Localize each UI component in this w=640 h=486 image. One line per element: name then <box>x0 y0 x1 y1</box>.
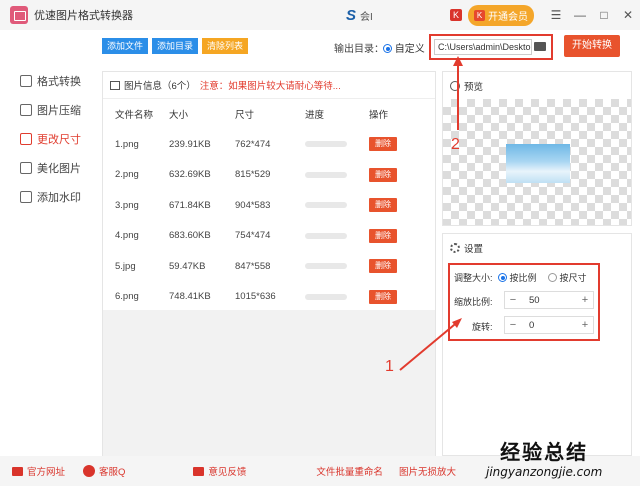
watermark: 经验总结 jingyanzongjie.com <box>486 436 602 479</box>
service-label: 客服Q <box>99 467 126 478</box>
watermark-title: 经验总结 <box>500 440 589 464</box>
lossless-label: 图片无损放大 <box>398 467 456 478</box>
annotation-number-1: 1 <box>385 358 394 375</box>
feedback-link[interactable]: 意见反馈 <box>193 464 246 478</box>
arrow-1-line <box>399 319 461 371</box>
feedback-icon <box>193 466 205 476</box>
arrow-2-head <box>453 56 463 66</box>
service-icon <box>83 465 96 477</box>
website-label: 官方网址 <box>27 467 66 478</box>
website-icon <box>12 466 23 476</box>
batch-rename-label: 文件批量重命名 <box>316 467 383 478</box>
lossless-link[interactable]: 图片无损放大 <box>399 464 456 478</box>
feedback-label: 意见反馈 <box>208 467 247 478</box>
batch-rename-link[interactable]: 文件批量重命名 <box>316 464 383 478</box>
watermark-url: jingyanzongjie.com <box>486 465 603 479</box>
annotation-arrows <box>399 56 463 371</box>
annotation-number-2: 2 <box>451 136 460 153</box>
website-link[interactable]: 官方网址 <box>12 464 65 478</box>
service-link[interactable]: 客服Q <box>83 464 125 478</box>
